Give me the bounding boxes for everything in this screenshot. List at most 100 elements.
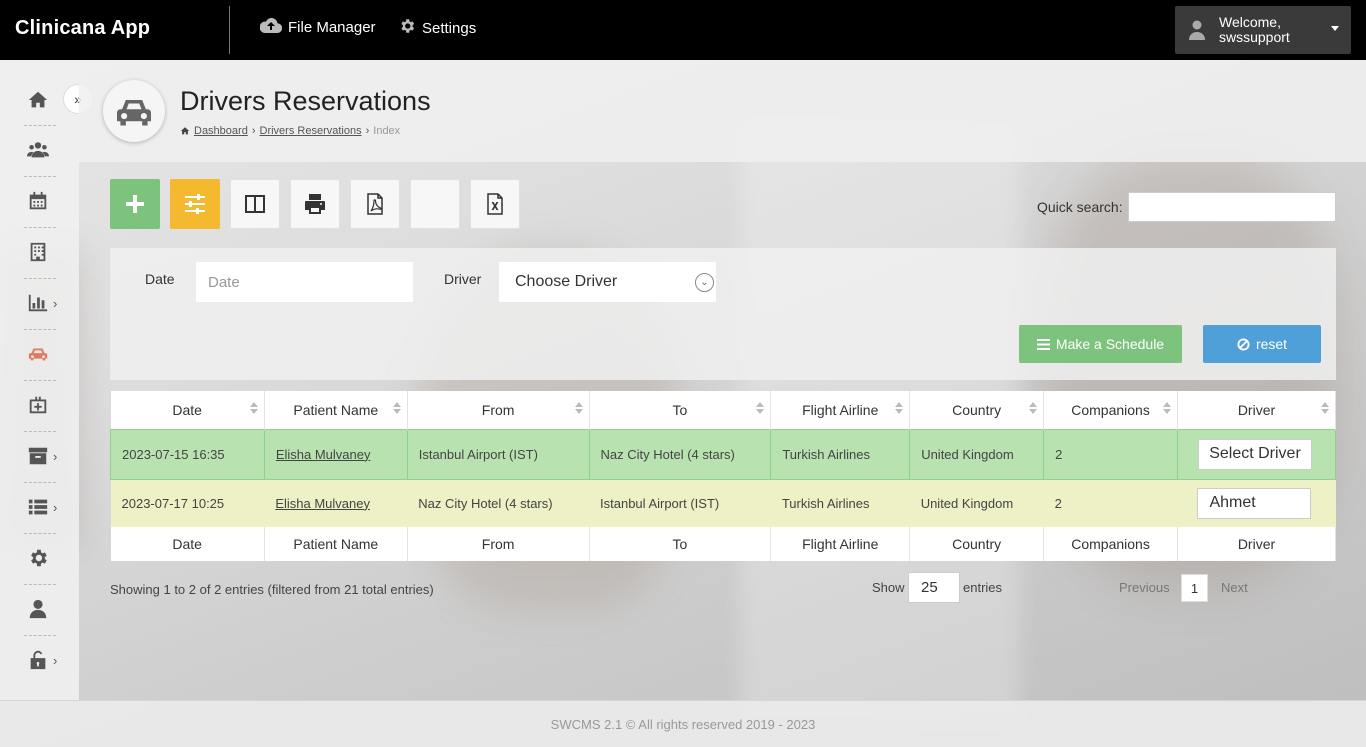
sidebar-item-archive[interactable]: › — [18, 434, 62, 478]
app-brand[interactable]: Clinicana App — [15, 17, 150, 40]
footer-header-to: To — [589, 527, 772, 561]
sort-icon — [895, 402, 904, 414]
ban-icon — [1237, 337, 1250, 351]
add-button[interactable] — [110, 179, 160, 229]
driver-select[interactable]: Ahmet — [1197, 487, 1312, 519]
sidebar-divider — [24, 125, 56, 126]
reset-label: reset — [1255, 336, 1288, 352]
table-row[interactable]: 2023-07-17 10:25 Elisha Mulvaney Naz Cit… — [110, 479, 1336, 527]
sidebar-item-profile[interactable] — [18, 587, 62, 631]
sidebar-item-reports[interactable]: › — [18, 281, 62, 325]
user-name: swssupport — [1219, 29, 1290, 45]
patient-link[interactable]: Elisha Mulvaney — [276, 447, 371, 462]
file-pdf-icon — [367, 193, 383, 215]
patient-link[interactable]: Elisha Mulvaney — [275, 496, 370, 511]
sidebar-item-settings[interactable] — [18, 536, 62, 580]
cell-patient-name: Elisha Mulvaney — [264, 479, 408, 527]
sidebar-divider — [24, 533, 56, 534]
reset-button[interactable]: reset — [1203, 325, 1321, 363]
breadcrumb-separator: › — [365, 125, 370, 137]
quick-search-input[interactable] — [1128, 192, 1336, 222]
user-menu-dropdown[interactable]: Welcome, swssupport — [1175, 6, 1351, 54]
export-excel-button[interactable] — [470, 179, 520, 229]
pagination-previous[interactable]: Previous — [1119, 580, 1170, 595]
sidebar-divider — [24, 635, 56, 636]
sidebar-item-lists[interactable]: › — [18, 485, 62, 529]
pagination-page[interactable]: 1 — [1181, 574, 1208, 602]
footer-copyright: SWCMS 2.1 © All rights reserved 2019 - 2… — [550, 716, 816, 732]
footer-header-date: Date — [110, 527, 265, 561]
breadcrumb-drivers-reservations[interactable]: Drivers Reservations — [260, 125, 362, 137]
columns-button[interactable] — [230, 179, 280, 229]
sort-icon — [392, 402, 401, 414]
make-schedule-button[interactable]: Make a Schedule — [1019, 325, 1182, 363]
page-title: Drivers Reservations — [180, 86, 431, 116]
column-header-driver[interactable]: Driver — [1177, 391, 1337, 429]
sort-icon — [1162, 402, 1171, 414]
caret-down-icon — [1331, 26, 1339, 31]
page-footer: SWCMS 2.1 © All rights reserved 2019 - 2… — [0, 700, 1366, 747]
table-info: Showing 1 to 2 of 2 entries (filtered fr… — [110, 582, 434, 597]
page-length-select[interactable]: 25 — [908, 572, 960, 603]
print-button[interactable] — [290, 179, 340, 229]
building-icon — [30, 242, 46, 262]
page-length-label: Show — [872, 580, 905, 595]
car-icon — [117, 99, 151, 126]
sidebar-divider — [24, 278, 56, 279]
breadcrumb-dashboard[interactable]: Dashboard — [194, 125, 248, 137]
date-filter-label: Date — [145, 271, 175, 287]
driver-filter-label: Driver — [444, 271, 482, 287]
column-header-companions[interactable]: Companions — [1043, 391, 1178, 429]
column-header-patient-name[interactable]: Patient Name — [264, 391, 408, 429]
quick-search-label: Quick search: — [1037, 199, 1123, 215]
column-header-flight-airline[interactable]: Flight Airline — [770, 391, 911, 429]
export-blank-button[interactable] — [410, 179, 460, 229]
top-navbar: Clinicana App File Manager Settings Welc… — [0, 0, 1366, 60]
sidebar-item-calendar[interactable] — [18, 179, 62, 223]
cell-country: United Kingdom — [909, 428, 1045, 480]
bars-icon — [1036, 338, 1050, 350]
footer-header-flight-airline: Flight Airline — [770, 527, 911, 561]
sidebar-item-buildings[interactable] — [18, 230, 62, 274]
page-icon — [103, 80, 165, 142]
sidebar-item-permissions[interactable]: › — [18, 638, 62, 682]
user-greeting: Welcome, — [1219, 14, 1281, 30]
print-icon — [305, 194, 325, 214]
cell-date: 2023-07-15 16:35 — [110, 428, 265, 480]
column-header-date[interactable]: Date — [110, 391, 265, 429]
file-manager-link[interactable]: File Manager — [259, 17, 376, 38]
filter-toggle-button[interactable] — [170, 179, 220, 229]
table-row[interactable]: 2023-07-15 16:35 Elisha Mulvaney Istanbu… — [110, 428, 1337, 480]
car-icon — [28, 348, 48, 361]
column-header-from[interactable]: From — [407, 391, 590, 429]
settings-link[interactable]: Settings — [398, 17, 476, 40]
date-filter-input[interactable]: Date — [196, 262, 413, 302]
driver-filter-select[interactable]: Choose Driver ⌄ — [499, 262, 716, 302]
users-icon — [27, 142, 49, 158]
sort-icon — [1029, 402, 1038, 414]
column-header-to[interactable]: To — [589, 391, 772, 429]
settings-label: Settings — [422, 20, 477, 37]
sidebar-item-users[interactable] — [18, 128, 62, 172]
export-pdf-button[interactable] — [350, 179, 400, 229]
driver-select[interactable]: Select Driver — [1197, 438, 1312, 470]
sidebar-item-drivers[interactable] — [18, 332, 62, 376]
sidebar-item-medical[interactable] — [18, 383, 62, 427]
sidebar-item-home[interactable] — [18, 78, 62, 122]
footer-header-from: From — [407, 527, 590, 561]
reservations-table: Date Patient Name From To Flight Airline… — [110, 391, 1337, 561]
user-welcome-text: Welcome, swssupport — [1219, 15, 1290, 45]
sort-icon — [249, 402, 258, 414]
chevron-double-down-icon: ⌄ — [695, 273, 714, 292]
cell-flight-airline: Turkish Airlines — [770, 428, 911, 480]
medkit-icon — [29, 396, 47, 414]
sort-icon — [574, 402, 583, 414]
column-header-country[interactable]: Country — [909, 391, 1045, 429]
pagination-next[interactable]: Next — [1221, 580, 1248, 595]
gear-icon — [398, 17, 416, 40]
chevron-right-icon: › — [53, 652, 58, 668]
cell-patient-name: Elisha Mulvaney — [263, 428, 408, 480]
user-avatar-icon — [1189, 20, 1205, 40]
footer-header-patient-name: Patient Name — [264, 527, 408, 561]
archive-icon — [28, 447, 48, 465]
